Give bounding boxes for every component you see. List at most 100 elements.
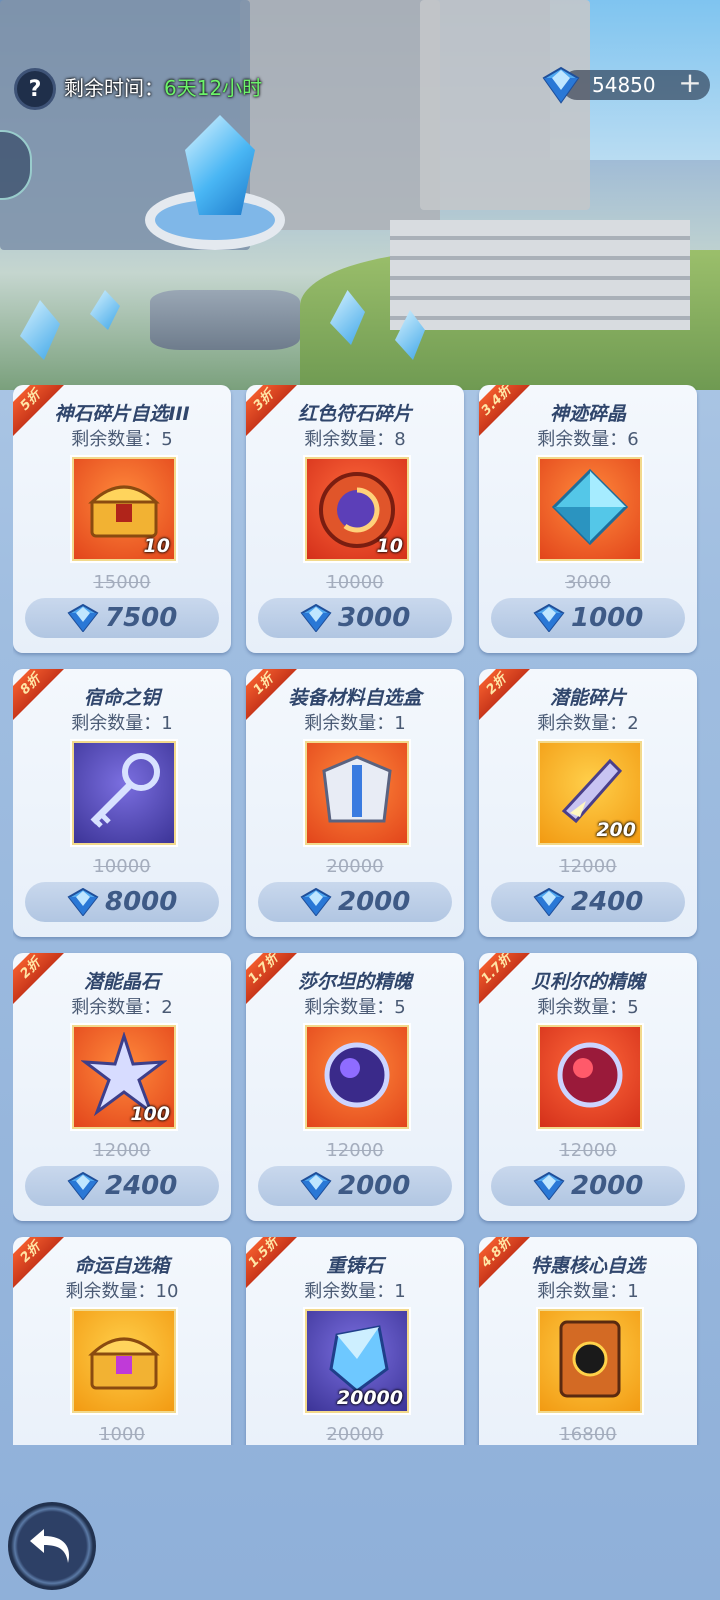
original-price: 12000: [93, 1140, 151, 1161]
red-spirit-orb-icon: [547, 1032, 633, 1122]
banner-scene: [0, 0, 720, 390]
item-count: 100: [130, 1103, 170, 1125]
stairs: [390, 220, 690, 330]
shop-item-card[interactable]: 3.4折 神迹碎晶 剩余数量：6 3000 1000: [479, 385, 697, 653]
item-icon-frame[interactable]: [538, 457, 642, 561]
item-remaining-qty: 剩余数量：5: [71, 429, 173, 450]
item-remaining-qty: 剩余数量：10: [65, 1281, 179, 1302]
stone-wall: [420, 0, 590, 210]
item-remaining-qty: 剩余数量：1: [304, 713, 406, 734]
sale-price: 2000: [338, 887, 411, 917]
shop-item-card[interactable]: 1折 装备材料自选盒 剩余数量：1 20000 2000: [246, 669, 464, 937]
shop-item-card[interactable]: 1.5折 重铸石 剩余数量：1 20000 20000: [246, 1237, 464, 1445]
item-icon-frame[interactable]: [305, 741, 409, 845]
back-button[interactable]: [8, 1502, 96, 1590]
shop-grid: 5折 神石碎片自选III 剩余数量：5 10 15000 7500 3折 红色符石碎片 剩余数量…: [13, 385, 713, 1445]
silver-key-icon: [79, 746, 169, 840]
buy-button[interactable]: 2000: [258, 1166, 452, 1206]
item-count: 200: [596, 819, 636, 841]
shop-item-card[interactable]: 1.7折 莎尔坦的精魄 剩余数量：5 12000 2000: [246, 953, 464, 1221]
item-name: 莎尔坦的精魄: [297, 971, 412, 993]
armor-box-icon: [314, 751, 400, 835]
item-icon-frame[interactable]: [72, 741, 176, 845]
sale-price: 3000: [338, 603, 411, 633]
sale-price: 1000: [571, 603, 644, 633]
item-name: 潜能碎片: [549, 687, 626, 709]
original-price: 3000: [565, 572, 611, 593]
original-price: 20000: [326, 1424, 384, 1445]
buy-button[interactable]: 2000: [258, 882, 452, 922]
item-remaining-qty: 剩余数量：2: [537, 713, 639, 734]
item-icon-frame[interactable]: 200: [538, 741, 642, 845]
item-count: 20000: [336, 1387, 403, 1409]
item-icon-frame[interactable]: 20000: [305, 1309, 409, 1413]
shop-item-card[interactable]: 5折 神石碎片自选III 剩余数量：5 10 15000 7500: [13, 385, 231, 653]
item-name: 命运自选箱: [74, 1255, 170, 1277]
original-price: 12000: [559, 1140, 617, 1161]
shop-item-card[interactable]: 2折 潜能碎片 剩余数量：2 200 12000 2400: [479, 669, 697, 937]
original-price: 1000: [99, 1424, 145, 1445]
original-price: 15000: [93, 572, 151, 593]
original-price: 10000: [326, 572, 384, 593]
item-name: 潜能晶石: [83, 971, 160, 993]
original-price: 12000: [559, 856, 617, 877]
item-remaining-qty: 剩余数量：6: [537, 429, 639, 450]
pedestal: [150, 290, 300, 350]
fate-chest-icon: [84, 1324, 164, 1398]
question-icon: ?: [28, 76, 42, 102]
back-arrow-icon: [30, 1529, 69, 1563]
crystal-shard: [90, 290, 120, 330]
item-remaining-qty: 剩余数量：1: [71, 713, 173, 734]
currency-amount: 54850: [592, 73, 656, 97]
item-icon-frame[interactable]: 10: [305, 457, 409, 561]
original-price: 20000: [326, 856, 384, 877]
original-price: 10000: [93, 856, 151, 877]
item-icon-frame[interactable]: 100: [72, 1025, 176, 1129]
shop-item-card[interactable]: 8折 宿命之钥 剩余数量：1 10000 8000: [13, 669, 231, 937]
timer-value: 6天12小时: [164, 76, 263, 100]
buy-button[interactable]: 1000: [491, 598, 685, 638]
shop-item-card[interactable]: 2折 潜能晶石 剩余数量：2 100 12000 2400: [13, 953, 231, 1221]
diamond-icon: [67, 604, 99, 632]
diamond-icon: [533, 888, 565, 916]
buy-button[interactable]: 2400: [491, 882, 685, 922]
item-name: 装备材料自选盒: [288, 687, 422, 709]
sale-price: 2000: [338, 1171, 411, 1201]
help-button[interactable]: ?: [14, 68, 56, 110]
item-icon-frame[interactable]: [538, 1309, 642, 1413]
item-name: 重铸石: [326, 1255, 384, 1277]
core-card-icon: [555, 1316, 625, 1406]
sale-price: 8000: [105, 887, 178, 917]
stone-wall: [240, 0, 440, 230]
item-icon-frame[interactable]: [72, 1309, 176, 1413]
item-name: 特惠核心自选: [530, 1255, 645, 1277]
buy-button[interactable]: 7500: [25, 598, 219, 638]
item-remaining-qty: 剩余数量：2: [71, 997, 173, 1018]
item-name: 神石碎片自选III: [54, 403, 190, 425]
buy-button[interactable]: 2400: [25, 1166, 219, 1206]
currency-bar: 54850 +: [540, 66, 710, 104]
item-count: 10: [143, 535, 170, 557]
shop-item-card[interactable]: 3折 红色符石碎片 剩余数量：8 10 10000 3000: [246, 385, 464, 653]
buy-button[interactable]: 8000: [25, 882, 219, 922]
item-count: 10: [376, 535, 403, 557]
original-price: 12000: [326, 1140, 384, 1161]
item-remaining-qty: 剩余数量：5: [304, 997, 406, 1018]
shop-item-card[interactable]: 4.8折 特惠核心自选 剩余数量：1 16800: [479, 1237, 697, 1445]
buy-button[interactable]: 2000: [491, 1166, 685, 1206]
item-icon-frame[interactable]: 10: [72, 457, 176, 561]
item-icon-frame[interactable]: [305, 1025, 409, 1129]
item-icon-frame[interactable]: [538, 1025, 642, 1129]
item-name: 红色符石碎片: [297, 403, 412, 425]
shop-item-card[interactable]: 2折 命运自选箱 剩余数量：10 1000: [13, 1237, 231, 1445]
item-name: 神迹碎晶: [549, 403, 626, 425]
diamond-icon: [67, 1172, 99, 1200]
shop-item-card[interactable]: 1.7折 贝利尔的精魄 剩余数量：5 12000 2000: [479, 953, 697, 1221]
item-remaining-qty: 剩余数量：1: [304, 1281, 406, 1302]
add-currency-button[interactable]: +: [676, 69, 704, 98]
crystal-shard: [20, 300, 60, 360]
purple-spirit-orb-icon: [314, 1032, 400, 1122]
item-remaining-qty: 剩余数量：8: [304, 429, 406, 450]
buy-button[interactable]: 3000: [258, 598, 452, 638]
diamond-icon: [67, 888, 99, 916]
